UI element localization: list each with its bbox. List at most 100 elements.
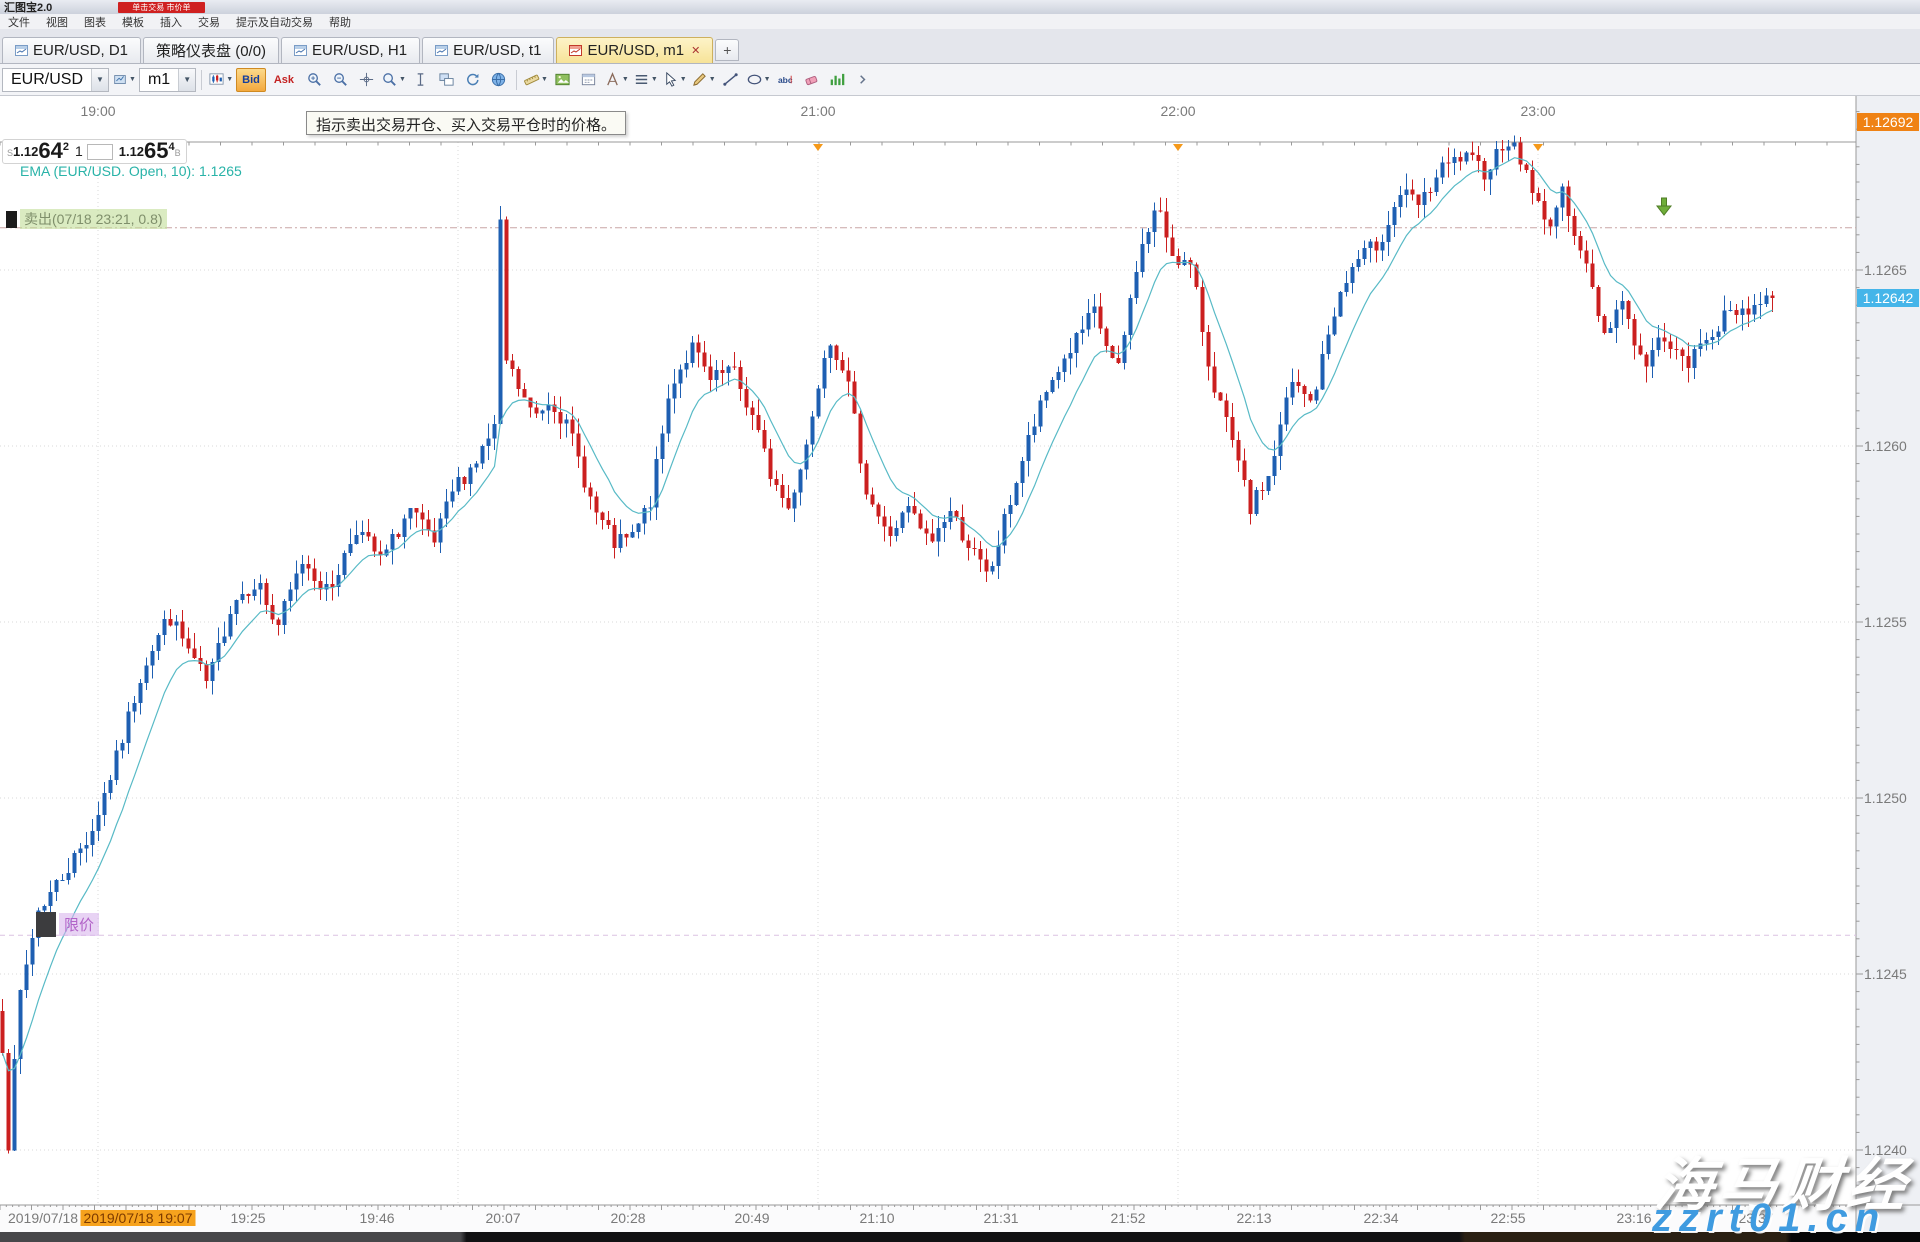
toolbar-icons: ▼BidAsk▼▼▼▼▼▼▼abc — [207, 68, 875, 92]
menu-item-图表[interactable]: 图表 — [76, 14, 114, 30]
tab-label: EUR/USD, m1 — [587, 42, 684, 59]
new-chart-tab-button[interactable]: + — [715, 39, 739, 61]
ema-indicator-label: EMA (EUR/USD. Open, 10): 1.1265 — [20, 163, 242, 179]
promo-badge[interactable]: 单击交易 市价单 — [118, 2, 204, 13]
expand-icon[interactable] — [852, 68, 876, 92]
time-axis-label: 22:55 — [1490, 1210, 1525, 1226]
tab-eur-usd-t1[interactable]: EUR/USD, t1 — [422, 37, 554, 63]
globe-icon[interactable] — [487, 68, 511, 92]
tab-label: EUR/USD, t1 — [453, 42, 541, 59]
time-axis-label: 19:00 — [80, 103, 115, 119]
menu-item-帮助[interactable]: 帮助 — [321, 14, 359, 30]
tile-windows-icon[interactable] — [435, 68, 459, 92]
session-marker-icon — [1173, 144, 1183, 151]
session-high-badge: 1.12692 — [1857, 113, 1919, 131]
indicators-icon[interactable] — [826, 68, 850, 92]
eraser-icon[interactable] — [800, 68, 824, 92]
price-axis-label: 1.1265 — [1864, 262, 1907, 278]
pencil-icon[interactable]: ▼ — [690, 68, 717, 92]
toolbar-separator — [201, 70, 202, 90]
limit-order-label[interactable]: 限价 — [36, 912, 99, 937]
crosshair-icon[interactable] — [354, 68, 378, 92]
zoom-out-icon[interactable] — [328, 68, 352, 92]
timeframe-value: m1 — [140, 71, 178, 89]
tab-eur-usd-d1[interactable]: EUR/USD, D1 — [2, 37, 141, 63]
ask-button[interactable]: Ask — [268, 68, 300, 92]
tab-label: 策略仪表盘 (0/0) — [156, 40, 266, 61]
time-axis-label: 19:25 — [230, 1210, 265, 1226]
menu-item-模板[interactable]: 模板 — [114, 14, 152, 30]
volume-input[interactable] — [87, 144, 113, 160]
bid-price-big: 64 — [38, 141, 62, 161]
tab--0-0-[interactable]: 策略仪表盘 (0/0) — [143, 37, 279, 63]
spread-value: 1 — [69, 143, 87, 161]
menu-item-视图[interactable]: 视图 — [38, 14, 76, 30]
trade-marker-block — [6, 211, 17, 228]
market-watch-icon[interactable]: ▼ — [111, 68, 137, 92]
vertical-ruler-icon[interactable] — [409, 68, 433, 92]
toolbar: EUR/USD ▼ ▼ m1 ▼ ▼BidAsk▼▼▼▼▼▼▼abc — [0, 64, 1920, 96]
symbol-combo[interactable]: EUR/USD ▼ — [2, 68, 109, 92]
chevron-down-icon[interactable]: ▼ — [91, 69, 108, 91]
chart-window-icon-active — [569, 45, 582, 56]
ruler-icon[interactable]: ▼ — [522, 68, 549, 92]
menu-item-提示及自动交易[interactable]: 提示及自动交易 — [228, 14, 321, 30]
trading-app-window: 汇图宝2.0 单击交易 市价单 文件视图图表模板插入交易提示及自动交易帮助 EU… — [0, 0, 1920, 1242]
time-axis-label: 2019/07/18 — [8, 1210, 78, 1226]
time-axis-label: 20:07 — [485, 1210, 520, 1226]
title-bar: 汇图宝2.0 单击交易 市价单 — [0, 0, 1920, 14]
ellipse-icon[interactable]: ▼ — [745, 68, 772, 92]
watermark-url: zzrt01.cn — [1652, 1196, 1886, 1241]
image-icon[interactable] — [551, 68, 575, 92]
tab-eur-usd-h1[interactable]: EUR/USD, H1 — [281, 37, 420, 63]
session-marker-icon — [813, 144, 823, 151]
menu-item-文件[interactable]: 文件 — [0, 14, 38, 30]
calendar-icon[interactable] — [577, 68, 601, 92]
menu-bar: 文件视图图表模板插入交易提示及自动交易帮助 — [0, 14, 1920, 29]
time-axis-label: 22:00 — [1160, 103, 1195, 119]
price-axis-label: 1.1255 — [1864, 614, 1907, 630]
time-axis-label: 20:49 — [734, 1210, 769, 1226]
desktop-taskbar[interactable] — [0, 1232, 1920, 1242]
ask-price-small: 1.12 — [119, 144, 144, 161]
sell-trade-label[interactable]: 卖出(07/18 23:21, 0.8) — [6, 209, 167, 229]
chart-window-icon — [15, 45, 28, 56]
refresh-icon[interactable] — [461, 68, 485, 92]
close-icon[interactable]: ✕ — [691, 44, 700, 57]
toolbar-separator — [516, 70, 517, 90]
svg-text:abc: abc — [778, 75, 793, 85]
chart-window-icon — [435, 45, 448, 56]
menu-item-交易[interactable]: 交易 — [190, 14, 228, 30]
chevron-down-icon[interactable]: ▼ — [178, 69, 195, 91]
tab-label: EUR/USD, D1 — [33, 42, 128, 59]
price-axis-label: 1.1250 — [1864, 790, 1907, 806]
chart-tab-strip: EUR/USD, D1 策略仪表盘 (0/0) EUR/USD, H1 EUR/USD… — [0, 29, 1920, 64]
sell-trade-text: 卖出(07/18 23:21, 0.8) — [20, 209, 167, 229]
session-marker-icon — [1533, 144, 1543, 151]
quote-panel: S 1.12 64 2 1 1.12 65 4 B — [2, 139, 187, 164]
time-axis-label: 21:10 — [859, 1210, 894, 1226]
cursor-icon[interactable]: ▼ — [661, 68, 688, 92]
candlestick-chart[interactable] — [0, 0, 1920, 1242]
line-studies-icon[interactable]: ▼ — [632, 68, 659, 92]
text-label-icon[interactable]: abc — [774, 68, 798, 92]
buy-tag: B — [175, 148, 181, 161]
time-axis-label: 23:16 — [1616, 1210, 1651, 1226]
time-axis-label: 2019/07/18 19:07 — [81, 1210, 196, 1226]
tab-eur-usd-m1[interactable]: EUR/USD, m1 ✕ — [556, 37, 713, 63]
last-price-badge: 1.12642 — [1857, 289, 1919, 307]
bid-button[interactable]: Bid — [236, 68, 266, 92]
bid-line-tooltip: 指示卖出交易开仓、买入交易平仓时的价格。 — [306, 111, 626, 135]
window-chrome: 汇图宝2.0 单击交易 市价单 文件视图图表模板插入交易提示及自动交易帮助 EU… — [0, 0, 1920, 96]
chart-window-icon — [294, 45, 307, 56]
chart-type-icon[interactable]: ▼ — [207, 68, 234, 92]
trendline-icon[interactable] — [719, 68, 743, 92]
time-axis-label: 21:31 — [983, 1210, 1018, 1226]
magnifier-icon[interactable]: ▼ — [380, 68, 407, 92]
time-axis-label: 19:46 — [359, 1210, 394, 1226]
time-axis-label: 22:34 — [1363, 1210, 1398, 1226]
draw-tools-icon[interactable]: ▼ — [603, 68, 630, 92]
zoom-in-icon[interactable] — [302, 68, 326, 92]
menu-item-插入[interactable]: 插入 — [152, 14, 190, 30]
timeframe-combo[interactable]: m1 ▼ — [139, 68, 196, 92]
